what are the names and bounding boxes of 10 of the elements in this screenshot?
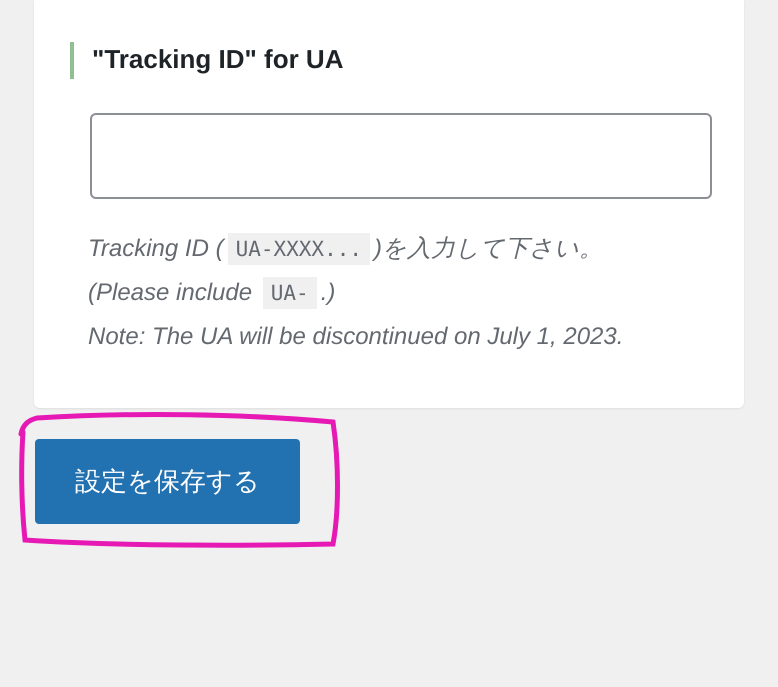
help-text: )を入力して下さい。 xyxy=(374,235,604,262)
help-text: Note: The UA will be discontinued on July 1, 2023. xyxy=(88,323,624,350)
tracking-id-field[interactable] xyxy=(90,113,712,199)
save-button[interactable]: 設定を保存する xyxy=(35,439,300,524)
code-snippet: UA-XXXX... xyxy=(228,233,370,265)
help-text: .) xyxy=(320,279,336,306)
code-snippet: UA- xyxy=(262,277,317,309)
section-heading: "Tracking ID" for UA xyxy=(70,42,708,79)
help-text: (Please include xyxy=(88,279,254,306)
help-text: Tracking ID ( xyxy=(88,235,224,262)
